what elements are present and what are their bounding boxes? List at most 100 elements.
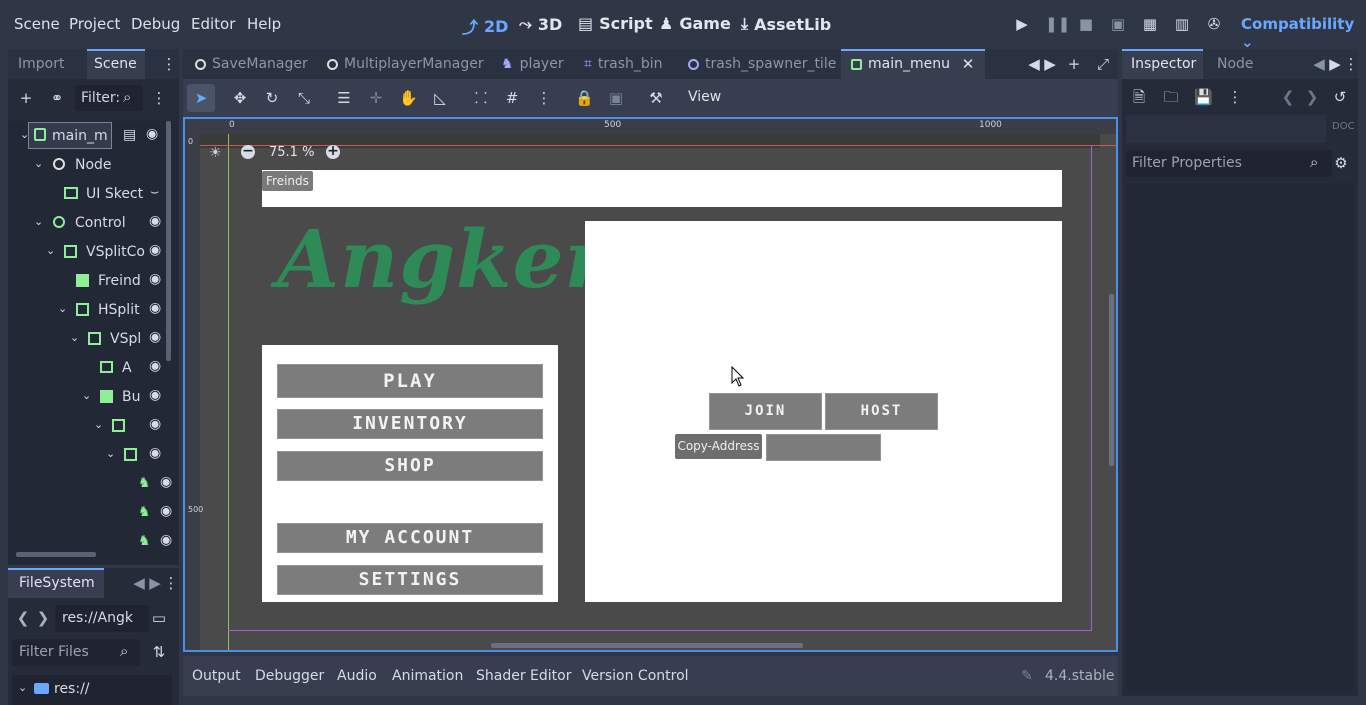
tab-output[interactable]: Output	[192, 668, 241, 684]
rotate-tool-icon[interactable]: ↻	[263, 89, 281, 107]
scene-tab-multiplayermanager[interactable]: MultiplayerManager	[327, 56, 484, 72]
history-icon[interactable]: ↺	[1331, 88, 1349, 106]
play-button[interactable]: PLAY	[277, 364, 543, 398]
tree-row-node[interactable]: ⌄ Node	[20, 151, 172, 180]
canvas-viewport[interactable]: 0 500 1000 0 500 ☀ − 75.1 % + Freinds An…	[183, 117, 1118, 652]
tree-row-control-child[interactable]: ⌄ ◉	[20, 412, 172, 441]
scene-tab-trash-spawner-tile[interactable]: trash_spawner_tile	[688, 56, 836, 72]
visibility-eye-icon[interactable]: ◉	[149, 387, 161, 403]
tree-row-button-2[interactable]: ♞ ◉	[20, 499, 172, 528]
filter-properties-input[interactable]: Filter Properties ⌕	[1126, 150, 1332, 177]
scene-options-icon[interactable]: ⋮	[150, 89, 168, 107]
add-node-icon[interactable]: +	[17, 89, 35, 107]
visibility-eye-icon[interactable]: ◉	[149, 358, 161, 374]
tab-node[interactable]: Node	[1217, 56, 1254, 72]
tree-hscrollbar[interactable]	[16, 552, 96, 557]
tree-row-freind[interactable]: Freind ◉	[20, 267, 172, 296]
lock-icon[interactable]: 🔒	[575, 89, 594, 107]
tree-vscrollbar[interactable]	[166, 121, 171, 361]
doc-icon[interactable]: DOC	[1332, 121, 1355, 132]
kebab-menu-icon[interactable]: ⋮	[160, 55, 178, 73]
tree-row-bu[interactable]: ⌄ Bu ◉	[20, 383, 172, 412]
scroll-tabs-right-icon[interactable]: ▶	[1041, 55, 1059, 73]
close-tab-icon[interactable]: ✕	[959, 55, 977, 73]
host-button[interactable]: HOST	[825, 393, 938, 430]
menu-help[interactable]: Help	[247, 15, 281, 33]
inventory-button[interactable]: INVENTORY	[277, 409, 543, 439]
viewport-hscrollbar[interactable]	[491, 643, 803, 648]
view-menu[interactable]: View	[688, 89, 721, 105]
path-input[interactable]: res://Angk	[55, 605, 149, 632]
scene-tab-savemanager[interactable]: SaveManager	[195, 56, 308, 72]
tree-row-vspl[interactable]: ⌄ VSpl ◉	[20, 325, 172, 354]
tab-audio[interactable]: Audio	[337, 668, 377, 684]
viewport-vscrollbar[interactable]	[1109, 294, 1114, 466]
tab-shader-editor[interactable]: Shader Editor	[476, 668, 571, 684]
visibility-eye-icon[interactable]: ◉	[149, 329, 161, 345]
center-view-icon[interactable]: ☀	[209, 145, 222, 161]
mode-3d-button[interactable]: ⤳ 3D	[519, 14, 562, 34]
forward-icon[interactable]: ❯	[34, 609, 52, 627]
tab-inspector[interactable]: Inspector	[1131, 56, 1196, 72]
visibility-eye-icon[interactable]: ◉	[149, 300, 161, 316]
tree-row-vbox[interactable]: ⌄ ◉	[20, 441, 172, 470]
open-folder-icon[interactable]: 🗀	[1162, 88, 1180, 106]
link-icon[interactable]: ⚭	[48, 89, 66, 107]
grid-snap-icon[interactable]: #	[503, 89, 521, 107]
tree-row-control[interactable]: ⌄ Control ◉	[20, 209, 172, 238]
mode-assetlib-button[interactable]: ⤓ AssetLib	[741, 14, 831, 34]
menu-project[interactable]: Project	[69, 15, 120, 33]
move-tool-icon[interactable]: ✥	[231, 89, 249, 107]
tree-row-hsplit[interactable]: ⌄ HSplit ◉	[20, 296, 172, 325]
movie-maker-icon[interactable]: ✇	[1205, 15, 1223, 33]
play-custom-scene-icon[interactable]: ▥	[1173, 15, 1191, 33]
tree-row-a[interactable]: A ◉	[20, 354, 172, 383]
scene-filter-input[interactable]: Filter: ⌕	[75, 85, 143, 111]
menu-scene[interactable]: Scene	[14, 15, 60, 33]
visibility-eye-icon[interactable]: ◉	[149, 213, 161, 229]
kebab-menu-icon[interactable]: ⋮	[162, 574, 180, 592]
toggle-split-icon[interactable]: ▭	[150, 609, 168, 627]
visibility-eye-icon[interactable]: ◉	[160, 503, 172, 519]
save-icon[interactable]: 💾	[1194, 88, 1213, 106]
remote-debug-icon[interactable]: ▣	[1109, 15, 1127, 33]
zoom-out-icon[interactable]: −	[241, 144, 255, 159]
scene-tab-trash-bin[interactable]: ⌗ trash_bin	[584, 56, 663, 72]
menu-editor[interactable]: Editor	[191, 15, 235, 33]
tree-row-ui-sketch[interactable]: UI Skect ⌣	[20, 180, 172, 209]
visibility-eye-icon[interactable]: ◉	[149, 445, 161, 461]
visibility-eye-icon[interactable]: ◉	[149, 242, 161, 258]
join-button[interactable]: JOIN	[709, 393, 822, 430]
tab-debugger[interactable]: Debugger	[255, 668, 324, 684]
pause-icon[interactable]: ❚❚	[1045, 15, 1070, 33]
pivot-tool-icon[interactable]: ✛	[367, 89, 385, 107]
visibility-eye-icon[interactable]: ◉	[149, 271, 161, 287]
address-field[interactable]	[766, 434, 881, 461]
visibility-hidden-icon[interactable]: ⌣	[150, 184, 159, 200]
back-icon[interactable]: ❮	[14, 609, 32, 627]
tab-scene[interactable]: Scene	[94, 56, 137, 72]
settings-button[interactable]: SETTINGS	[277, 565, 543, 595]
snap-options-icon[interactable]: ⋮	[535, 89, 553, 107]
stop-icon[interactable]: ■	[1077, 15, 1095, 33]
tree-row-main-menu[interactable]: ⌄ main_m ▤ ◉	[20, 122, 172, 151]
mode-script-button[interactable]: ▤ Script	[578, 14, 653, 33]
play-icon[interactable]: ▶	[1013, 15, 1031, 33]
tree-row-button-1[interactable]: ♞ ◉	[20, 470, 172, 499]
new-resource-icon[interactable]: 🗎	[1130, 88, 1148, 106]
tab-import[interactable]: Import	[18, 56, 64, 72]
filter-files-input[interactable]: Filter Files ⌕	[12, 639, 140, 666]
script-attached-icon[interactable]: ▤	[123, 127, 136, 143]
property-options-icon[interactable]: ⚙	[1332, 154, 1350, 172]
distraction-free-icon[interactable]: ⤢	[1094, 55, 1112, 73]
visibility-eye-icon[interactable]: ◉	[160, 474, 172, 490]
extra-options-icon[interactable]: ⋮	[1226, 88, 1244, 106]
kebab-menu-icon[interactable]: ⋮	[1342, 55, 1360, 73]
history-back-icon[interactable]: ❮	[1279, 88, 1297, 106]
tab-filesystem[interactable]: FileSystem	[19, 575, 95, 591]
tab-version-control[interactable]: Version Control	[582, 668, 689, 684]
tree-row-vsplit[interactable]: ⌄ VSplitCo ◉	[20, 238, 172, 267]
mode-game-button[interactable]: ♟ Game	[659, 14, 731, 33]
group-icon[interactable]: ▣	[607, 89, 625, 107]
scale-tool-icon[interactable]: ⤡	[295, 89, 313, 107]
